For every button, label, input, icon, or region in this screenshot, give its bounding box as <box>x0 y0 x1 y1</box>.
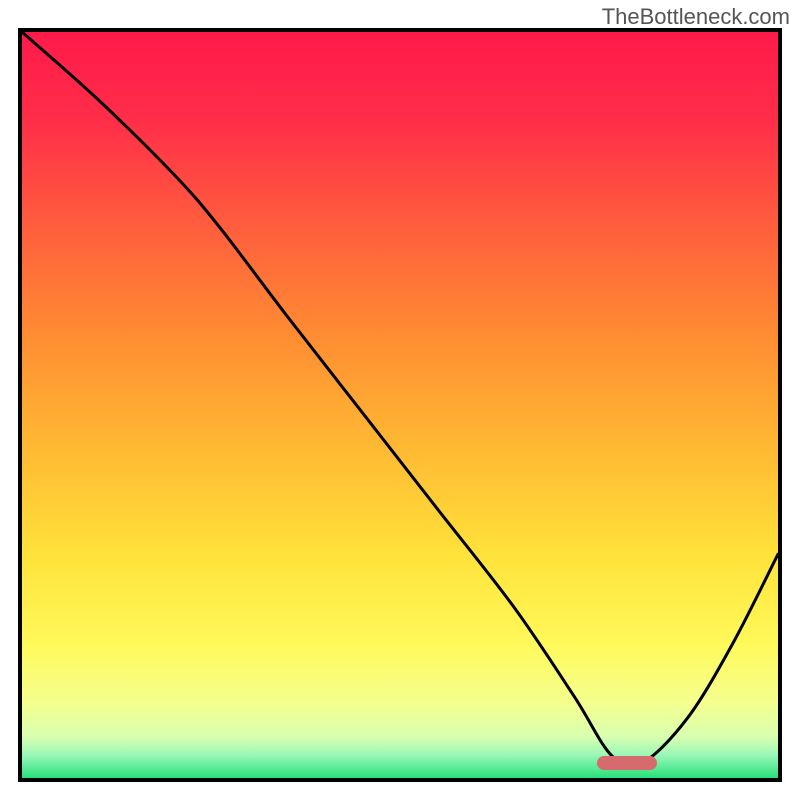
chart-container: TheBottleneck.com <box>0 0 800 800</box>
chart-frame <box>18 28 782 782</box>
bottleneck-curve <box>22 32 778 778</box>
watermark-text: TheBottleneck.com <box>602 4 790 30</box>
optimal-region-marker <box>597 756 657 770</box>
